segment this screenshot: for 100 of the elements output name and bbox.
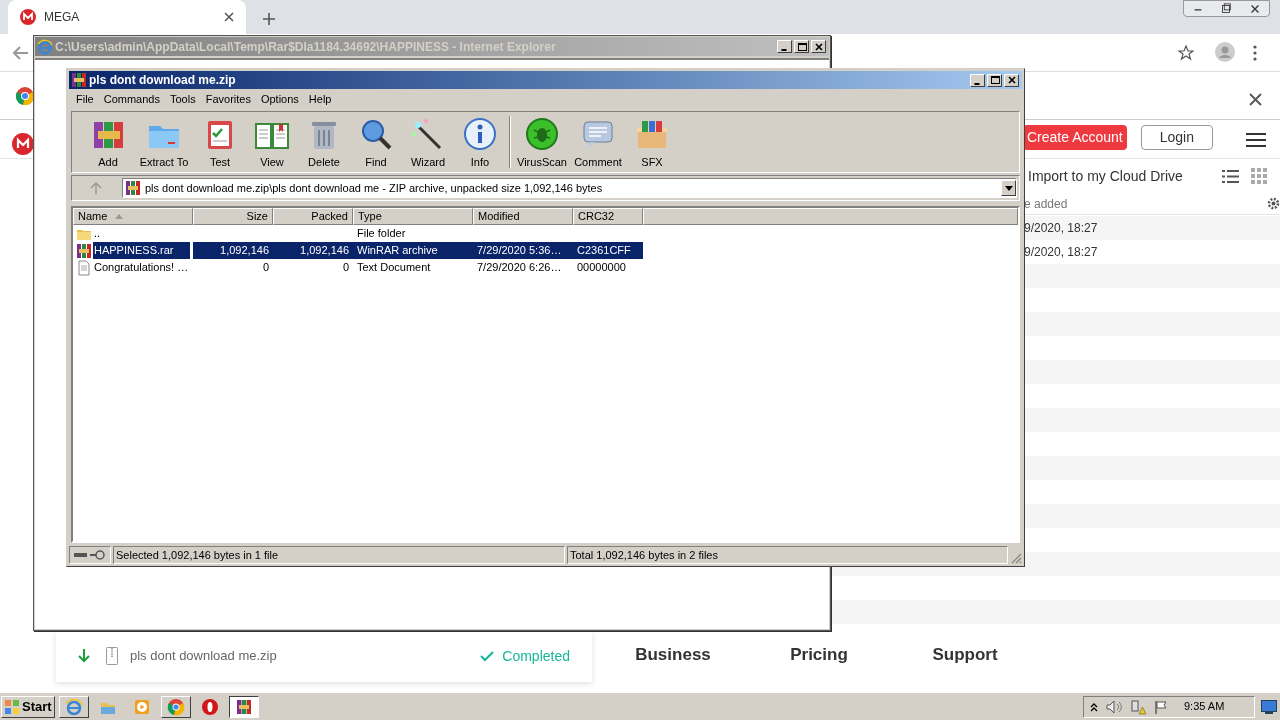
column-header[interactable]: Modified xyxy=(473,208,573,225)
chrome-logo-icon xyxy=(16,87,34,105)
login-button[interactable]: Login xyxy=(1140,125,1213,150)
avatar-icon[interactable] xyxy=(1215,42,1235,62)
minimize-button[interactable] xyxy=(777,40,792,53)
more-menu-icon[interactable] xyxy=(1252,45,1258,61)
close-icon[interactable] xyxy=(224,12,234,22)
restore-icon[interactable] xyxy=(1220,2,1233,15)
close-icon[interactable] xyxy=(1249,93,1262,106)
table-cell-text: 0 xyxy=(341,260,350,276)
column-header[interactable]: Name xyxy=(73,208,193,225)
menu-item[interactable]: Favorites xyxy=(200,90,256,108)
star-icon[interactable] xyxy=(1178,45,1194,61)
date-cell-text: 9/2020, 18:27 xyxy=(1024,220,1098,237)
nav-link[interactable]: Pricing xyxy=(790,642,848,668)
sort-arrow-icon xyxy=(115,214,124,219)
close-button[interactable] xyxy=(1004,73,1019,87)
nav-link[interactable]: Support xyxy=(932,642,998,668)
internet-explorer-icon xyxy=(64,697,83,716)
start-button[interactable]: Start xyxy=(1,695,55,718)
menu-item[interactable]: File xyxy=(71,90,99,108)
minimize-icon xyxy=(973,82,980,85)
menu-item[interactable]: Tools xyxy=(165,90,201,108)
minimize-icon xyxy=(780,49,787,51)
toolbar-button[interactable]: Find xyxy=(350,114,402,170)
menu-item[interactable]: Options xyxy=(255,90,304,108)
column-header[interactable]: Packed xyxy=(273,208,353,225)
toolbar-button[interactable]: Extract To xyxy=(134,114,194,170)
maximize-icon xyxy=(795,40,808,53)
column-header[interactable]: Type xyxy=(353,208,473,225)
path-field[interactable]: pls dont download me.zip\pls dont download me - ZIP archive, unpacked size 1,092,146 bytes xyxy=(122,178,1017,198)
close-icon xyxy=(1005,74,1018,86)
show-desktop-icon[interactable] xyxy=(1261,699,1277,714)
drive-key-icon xyxy=(74,550,106,560)
list-view-icon[interactable] xyxy=(1222,168,1239,184)
toolbar-button[interactable]: Comment xyxy=(570,114,626,170)
table-cell-text: 0 xyxy=(261,260,270,276)
file-name[interactable]: .. xyxy=(93,225,190,242)
minimize-button[interactable] xyxy=(970,73,985,87)
winrar-icon xyxy=(125,180,141,196)
download-arrow-icon xyxy=(78,649,90,663)
taskbar-button[interactable] xyxy=(228,695,259,718)
menu-icon[interactable] xyxy=(1246,132,1266,148)
toolbar-button[interactable]: VirusScan xyxy=(514,114,570,170)
table-cell-text: File folder xyxy=(356,226,407,242)
new-tab-icon[interactable] xyxy=(262,12,276,26)
winrar-icon xyxy=(234,697,253,716)
flag-icon[interactable] xyxy=(1154,699,1168,714)
chevron-up-icon[interactable] xyxy=(1090,701,1098,712)
settings-icon[interactable] xyxy=(1267,197,1280,210)
windows-logo-icon xyxy=(4,698,20,715)
play-icon xyxy=(132,697,151,716)
file-name[interactable]: Congratulations! … xyxy=(93,259,190,276)
speaker-icon[interactable] xyxy=(1106,699,1122,714)
winrar-icon xyxy=(76,242,92,259)
zip-file-icon xyxy=(106,647,118,665)
status-text: Completed xyxy=(502,646,570,666)
back-arrow-icon[interactable] xyxy=(12,44,30,62)
maximize-button[interactable] xyxy=(987,73,1002,87)
winrar-icon xyxy=(71,72,87,88)
status-text: Selected 1,092,146 bytes in 1 file xyxy=(113,546,565,564)
toolbar-button[interactable]: Delete xyxy=(298,114,350,170)
table-cell-text: 00000000 xyxy=(576,260,627,276)
bug-icon xyxy=(524,115,560,152)
table-cell-text: Text Document xyxy=(356,260,432,276)
status-text: Total 1,092,146 bytes in 2 files xyxy=(567,546,1008,564)
file-name: pls dont download me.zip xyxy=(130,647,278,666)
toolbar-button[interactable]: Test xyxy=(194,114,246,170)
opera-icon xyxy=(200,697,219,716)
dropdown-arrow-icon[interactable] xyxy=(1004,185,1013,191)
mega-logo-icon xyxy=(20,9,36,25)
info-icon xyxy=(462,115,498,152)
table-cell-text: 7/29/2020 6:26… xyxy=(476,260,563,276)
text-file-icon xyxy=(76,259,92,276)
browser-tab[interactable]: MEGA xyxy=(8,0,246,34)
tab-title: MEGA xyxy=(44,9,81,26)
maximize-button[interactable] xyxy=(794,40,809,53)
toolbar-button[interactable]: Wizard xyxy=(402,114,454,170)
column-header[interactable]: Size xyxy=(193,208,273,225)
toolbar-button[interactable]: SFX xyxy=(626,114,678,170)
internet-explorer-icon xyxy=(37,38,53,55)
close-icon xyxy=(812,40,825,53)
menu-item[interactable]: Help xyxy=(303,90,337,108)
mega-logo-icon[interactable] xyxy=(12,133,34,155)
column-header[interactable]: CRC32 xyxy=(573,208,643,225)
import-label[interactable]: Import to my Cloud Drive xyxy=(1028,165,1208,187)
date-cell-text: 9/2020, 18:27 xyxy=(1024,244,1098,261)
resize-grip-icon[interactable] xyxy=(1010,552,1022,564)
file-name[interactable]: HAPPINESS.rar xyxy=(93,242,190,259)
maximize-icon xyxy=(988,74,1001,86)
create-account-button[interactable]: Create Account xyxy=(1023,125,1127,150)
check-icon xyxy=(480,650,495,662)
menu-item[interactable]: Commands xyxy=(98,90,165,108)
close-button[interactable] xyxy=(811,40,826,53)
toolbar-button[interactable]: View xyxy=(246,114,298,170)
toolbar-button[interactable]: Info xyxy=(454,114,506,170)
toolbar-button[interactable]: Add xyxy=(82,114,134,170)
clock: 9:35 AM xyxy=(1184,699,1225,715)
nav-link[interactable]: Business xyxy=(635,642,711,668)
window-title: pls dont download me.zip xyxy=(89,72,237,89)
